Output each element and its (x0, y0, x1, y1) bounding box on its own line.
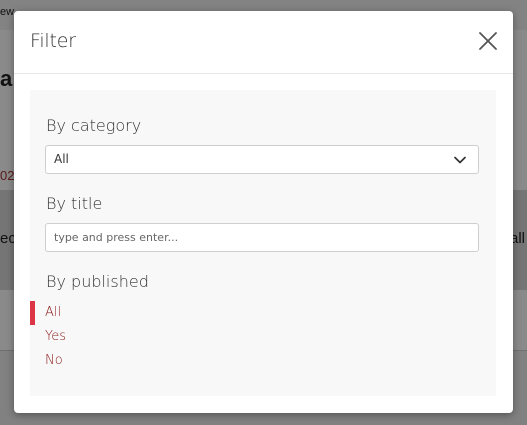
category-select[interactable]: All (45, 145, 479, 174)
category-label: By category (46, 116, 142, 135)
category-select-value: All (54, 152, 69, 166)
title-label: By title (46, 194, 103, 213)
close-icon (479, 32, 497, 50)
published-option-yes[interactable]: Yes (30, 325, 496, 349)
published-option-no[interactable]: No (30, 349, 496, 373)
active-indicator (30, 301, 35, 325)
published-label: By published (46, 272, 149, 291)
modal-title: Filter (30, 30, 76, 52)
title-search-input[interactable] (45, 223, 479, 252)
modal-header: Filter (14, 11, 513, 74)
published-options: All Yes No (30, 301, 496, 373)
published-option-label: All (45, 305, 62, 320)
published-option-label: No (45, 353, 63, 368)
filter-modal: Filter By category All By title By publi… (14, 11, 513, 413)
close-button[interactable] (478, 31, 498, 51)
published-option-label: Yes (45, 329, 66, 344)
filter-body: By category All By title By published Al… (30, 90, 496, 396)
chevron-down-icon (454, 156, 466, 164)
published-option-all[interactable]: All (30, 301, 496, 325)
